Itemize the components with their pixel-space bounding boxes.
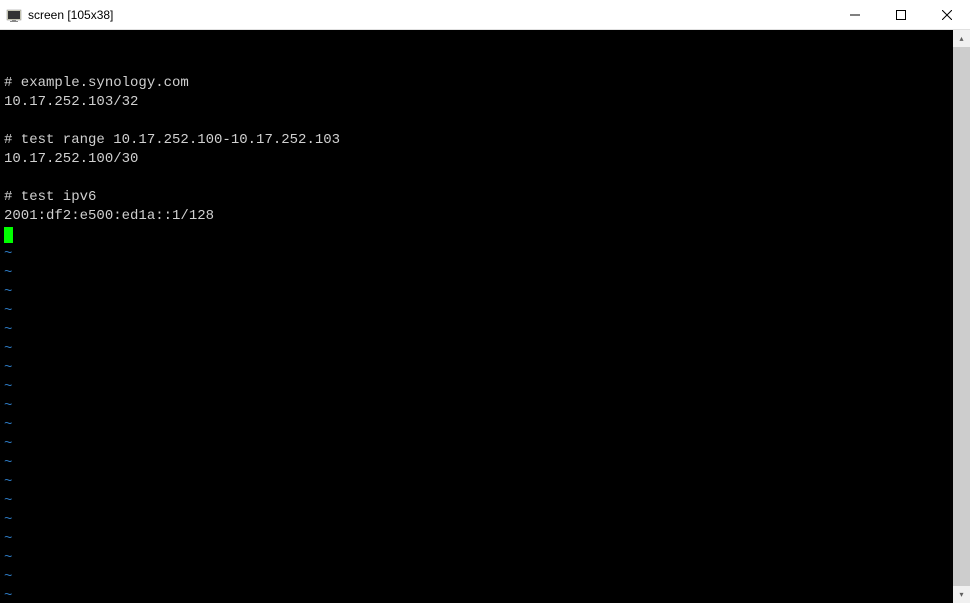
terminal-line: # test ipv6: [4, 188, 962, 207]
window-title: screen [105x38]: [28, 8, 832, 22]
vim-empty-line: ~: [4, 359, 962, 378]
titlebar: screen [105x38]: [0, 0, 970, 30]
terminal-line: [4, 169, 962, 188]
scroll-track[interactable]: [953, 47, 970, 586]
vim-empty-line: ~: [4, 473, 962, 492]
vim-empty-line: ~: [4, 264, 962, 283]
vim-empty-line: ~: [4, 416, 962, 435]
vim-empty-line: ~: [4, 321, 962, 340]
scroll-up-button[interactable]: ▴: [953, 30, 970, 47]
maximize-button[interactable]: [878, 0, 924, 29]
vim-empty-line: ~: [4, 549, 962, 568]
terminal-line: 10.17.252.100/30: [4, 150, 962, 169]
close-button[interactable]: [924, 0, 970, 29]
scroll-thumb[interactable]: [953, 47, 970, 586]
terminal-line: 10.17.252.103/32: [4, 93, 962, 112]
app-icon: [6, 7, 22, 23]
terminal-line: # test range 10.17.252.100-10.17.252.103: [4, 131, 962, 150]
vim-empty-line: ~: [4, 378, 962, 397]
minimize-button[interactable]: [832, 0, 878, 29]
terminal[interactable]: # example.synology.com10.17.252.103/32 # …: [0, 30, 970, 603]
terminal-line: 2001:df2:e500:ed1a::1/128: [4, 207, 962, 226]
vim-empty-line: ~: [4, 530, 962, 549]
terminal-content: # example.synology.com10.17.252.103/32 # …: [4, 74, 962, 603]
scroll-down-button[interactable]: ▾: [953, 586, 970, 603]
scrollbar[interactable]: ▴ ▾: [953, 30, 970, 603]
vim-empty-line: ~: [4, 397, 962, 416]
vim-empty-line: ~: [4, 511, 962, 530]
vim-empty-line: ~: [4, 454, 962, 473]
terminal-line: # example.synology.com: [4, 74, 962, 93]
vim-empty-line: ~: [4, 340, 962, 359]
window-controls: [832, 0, 970, 29]
vim-empty-line: ~: [4, 302, 962, 321]
vim-empty-line: ~: [4, 492, 962, 511]
vim-empty-line: ~: [4, 283, 962, 302]
terminal-line: [4, 112, 962, 131]
vim-empty-line: ~: [4, 245, 962, 264]
cursor-line: [4, 226, 962, 245]
vim-empty-line: ~: [4, 568, 962, 587]
vim-empty-line: ~: [4, 435, 962, 454]
cursor: [4, 227, 13, 243]
vim-empty-line: ~: [4, 587, 962, 603]
